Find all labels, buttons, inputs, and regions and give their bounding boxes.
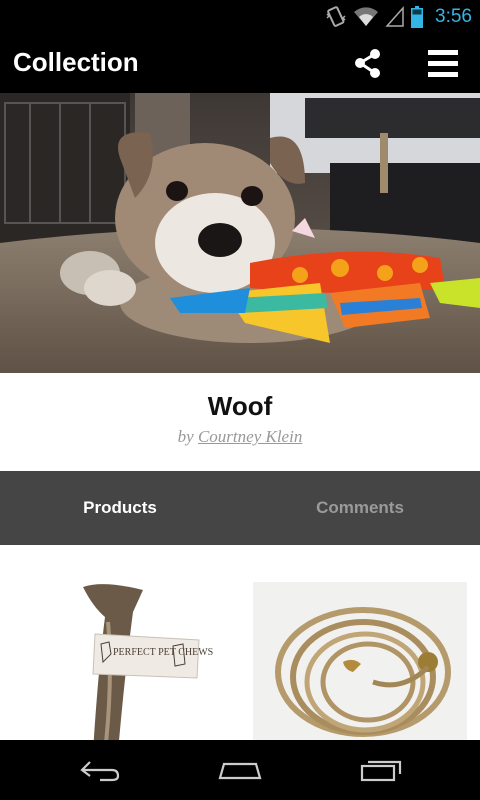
- byline-prefix: by: [177, 427, 194, 446]
- back-icon: [80, 761, 120, 782]
- tab-products[interactable]: Products: [0, 471, 240, 545]
- status-bar: 3:56: [0, 0, 480, 33]
- product-card[interactable]: [253, 582, 467, 740]
- back-button[interactable]: [70, 750, 130, 790]
- recent-apps-button[interactable]: [350, 750, 410, 790]
- tab-bar: Products Comments: [0, 471, 480, 545]
- antler-chew-product-image: PERFECT PET CHEWS: [83, 584, 213, 740]
- rope-leash-product-image: [275, 607, 451, 737]
- product-grid: PERFECT PET CHEWS: [0, 545, 480, 740]
- home-button[interactable]: [210, 750, 270, 790]
- menu-icon: [428, 50, 458, 77]
- signal-icon: [385, 6, 404, 27]
- collection-header: Woof by Courtney Klein: [0, 373, 480, 471]
- share-icon: [355, 49, 380, 78]
- product-label-text: PERFECT PET CHEWS: [113, 647, 213, 658]
- navigation-bar: [0, 740, 480, 800]
- action-bar-title: Collection: [13, 47, 139, 77]
- wifi-icon: [354, 7, 379, 26]
- action-bar: Collection: [0, 33, 480, 93]
- author-link[interactable]: Courtney Klein: [198, 427, 302, 446]
- recent-apps-icon: [360, 760, 402, 782]
- status-icons: 3:56: [325, 4, 472, 30]
- tab-comments[interactable]: Comments: [240, 471, 480, 545]
- share-button[interactable]: [350, 46, 386, 82]
- collection-title: Woof: [207, 391, 273, 421]
- product-card[interactable]: PERFECT PET CHEWS: [13, 582, 227, 740]
- collection-cover-image: [0, 93, 480, 373]
- status-time: 3:56: [435, 6, 472, 27]
- menu-button[interactable]: [424, 46, 462, 82]
- collection-byline: by Courtney Klein: [0, 427, 480, 447]
- battery-icon: [411, 6, 424, 28]
- vibrate-icon: [326, 6, 346, 27]
- home-icon: [218, 762, 262, 780]
